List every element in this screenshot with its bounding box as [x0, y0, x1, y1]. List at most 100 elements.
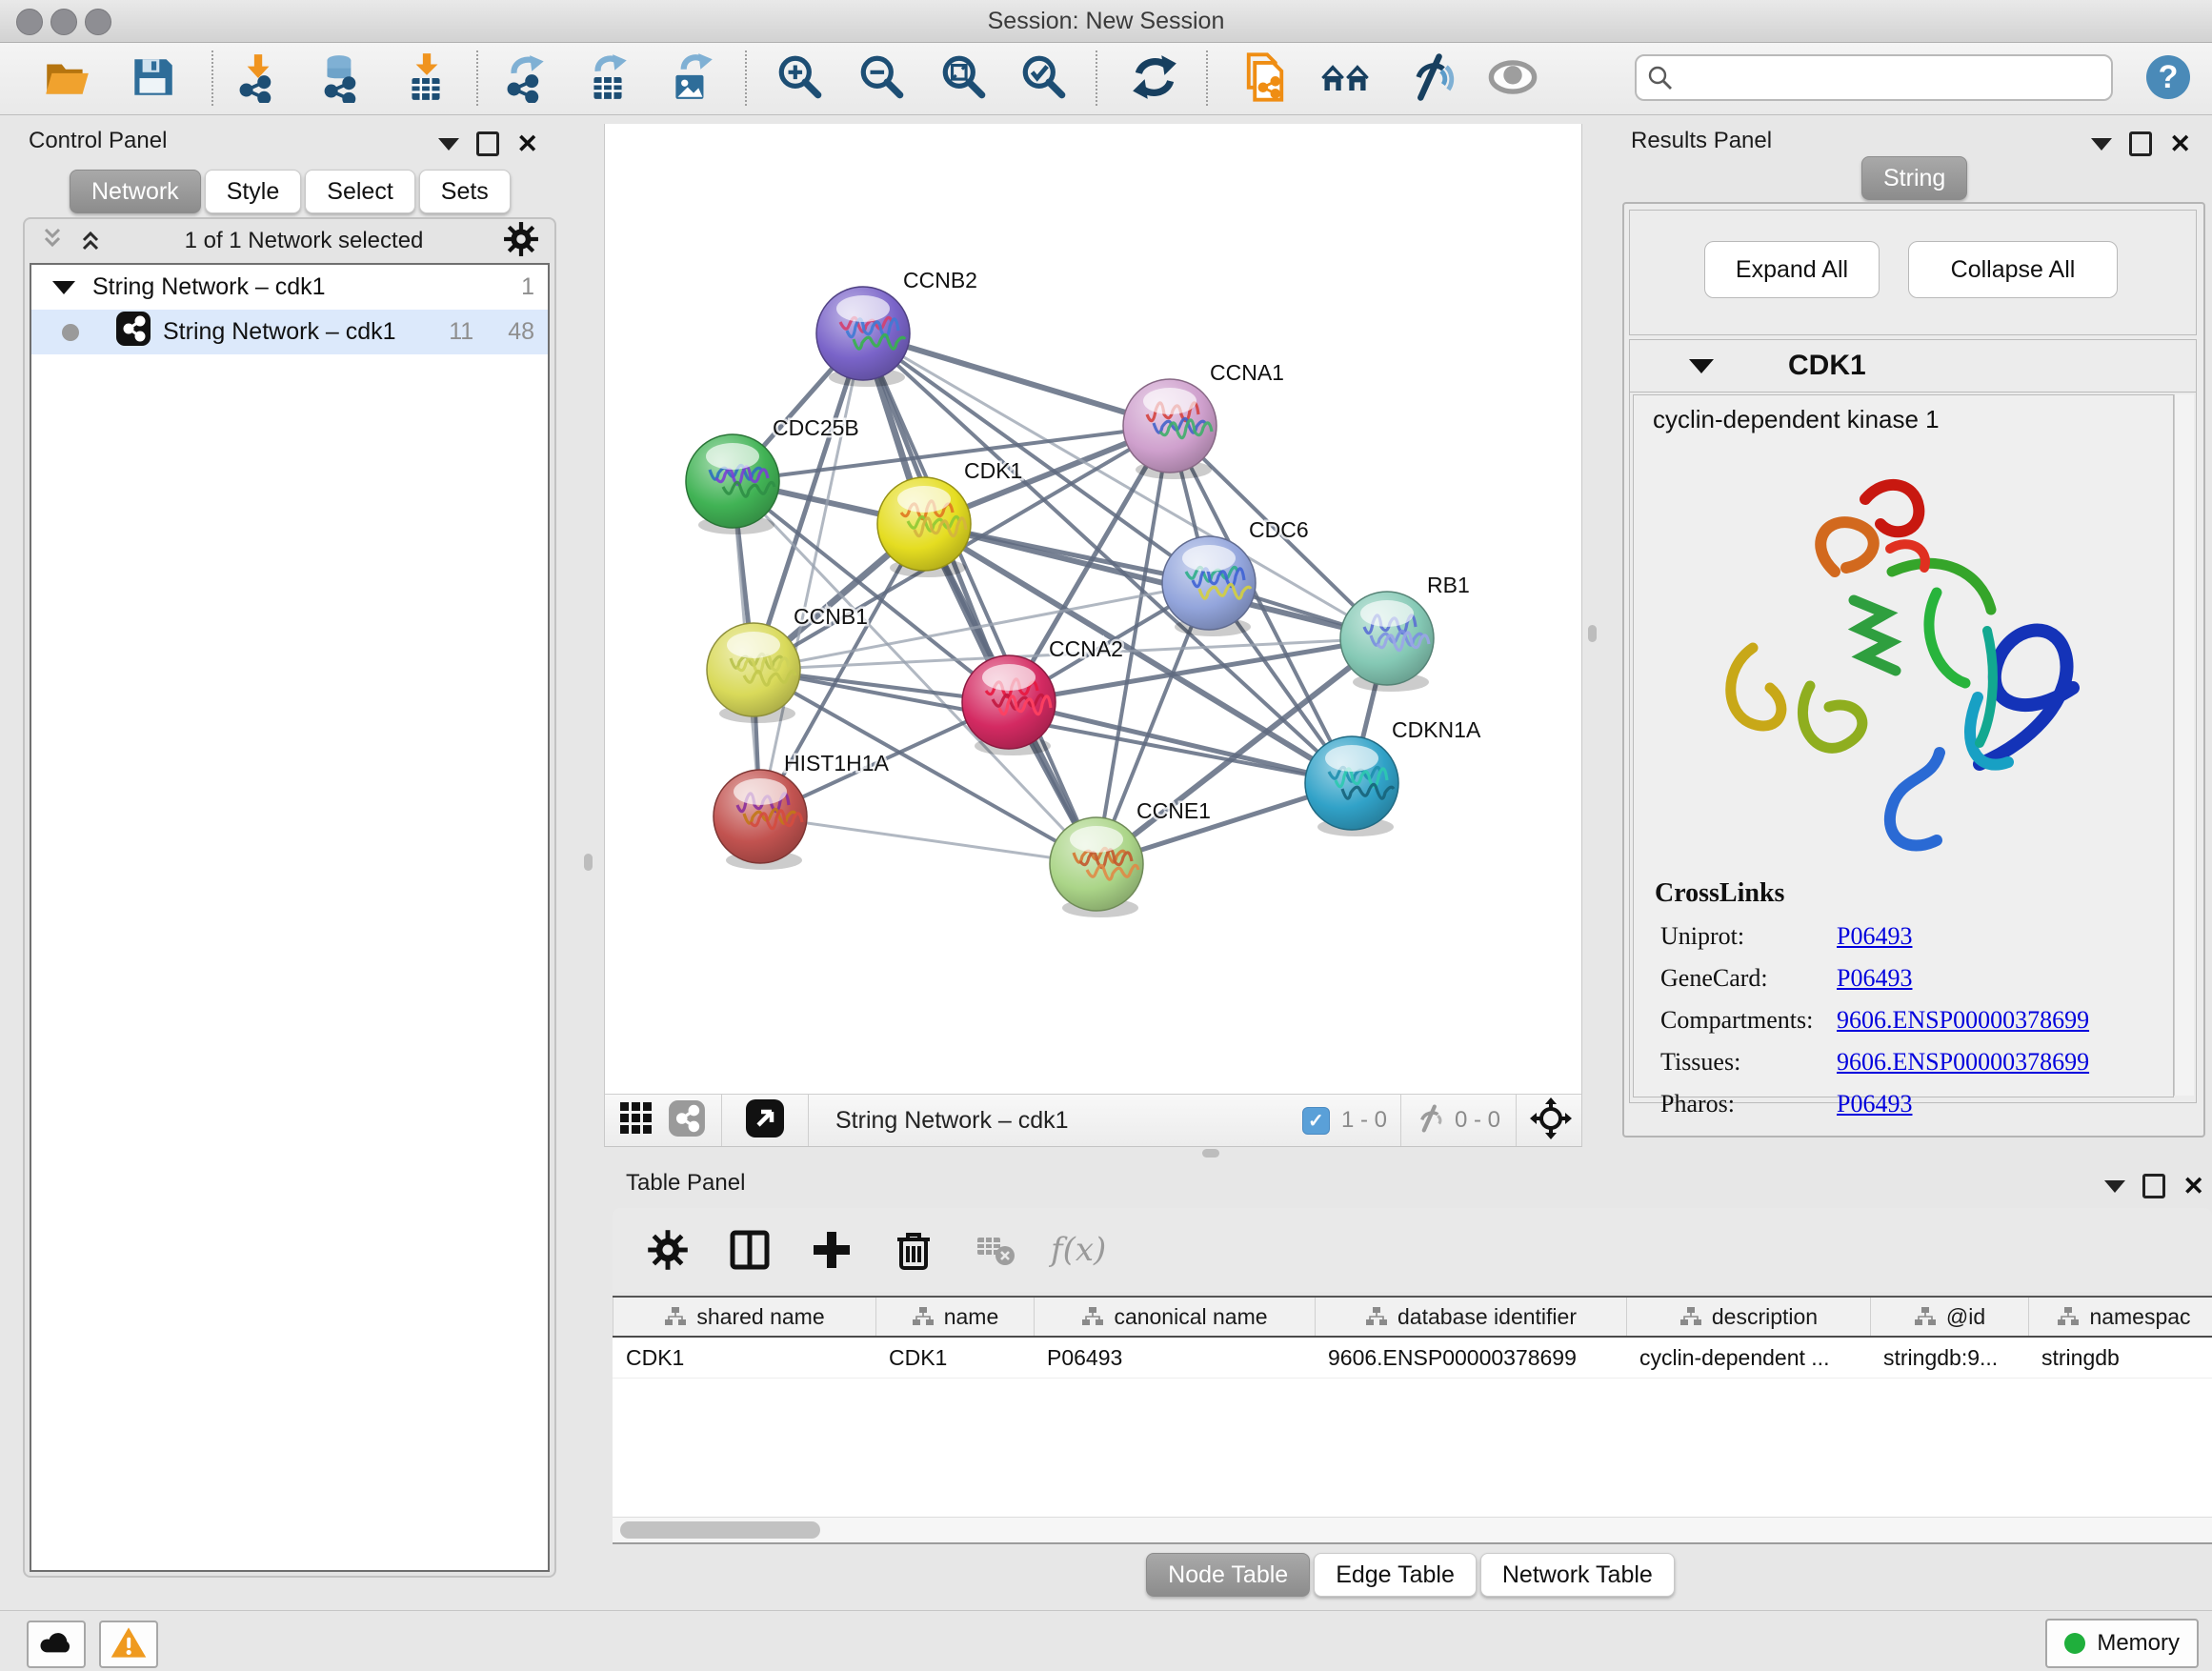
scrollbar-thumb[interactable] — [620, 1521, 820, 1539]
column-header-shared-name[interactable]: shared name — [613, 1298, 875, 1336]
panel-menu-icon[interactable] — [438, 138, 459, 151]
control-tab-network[interactable]: Network — [70, 170, 201, 213]
zoom-fit-button[interactable] — [937, 52, 991, 106]
refresh-button[interactable] — [1128, 52, 1181, 106]
string-view-icon[interactable] — [668, 1099, 706, 1142]
delete-column-icon[interactable] — [887, 1223, 940, 1277]
search-input[interactable] — [1675, 60, 2111, 96]
save-session-button[interactable] — [126, 52, 179, 106]
panel-float-icon[interactable] — [2142, 1174, 2165, 1198]
collapse-all-networks-icon[interactable] — [38, 225, 67, 258]
control-tab-sets[interactable]: Sets — [419, 170, 511, 213]
zoom-in-button[interactable] — [774, 52, 827, 106]
expand-all-button[interactable]: Expand All — [1704, 241, 1880, 298]
results-scrollbar[interactable] — [2174, 394, 2194, 1096]
table-cell[interactable]: CDK1 — [613, 1338, 875, 1378]
gene-expander-icon[interactable] — [1689, 359, 1714, 373]
network-edge-CCNE1-HIST1H1A[interactable] — [760, 816, 1096, 864]
import-network-from-database-button[interactable] — [314, 52, 368, 106]
table-horizontal-scrollbar[interactable] — [613, 1517, 2212, 1544]
panel-float-icon[interactable] — [476, 131, 499, 156]
table-cell[interactable]: 9606.ENSP00000378699 — [1315, 1338, 1626, 1378]
crosslink-link[interactable]: P06493 — [1837, 1090, 1912, 1118]
network-edge-CCNB2-CCNE1[interactable] — [863, 333, 1096, 864]
zoom-selected-button[interactable] — [1017, 52, 1071, 106]
hide-panels-button[interactable] — [1404, 52, 1458, 106]
control-tab-select[interactable]: Select — [305, 170, 414, 213]
crosslink-link[interactable]: 9606.ENSP00000378699 — [1837, 1006, 2089, 1035]
network-node-CDKN1A[interactable] — [1305, 736, 1398, 836]
expand-all-networks-icon[interactable] — [76, 225, 105, 258]
zoom-out-button[interactable] — [855, 52, 909, 106]
table-cell[interactable]: stringdb — [2028, 1338, 2212, 1378]
table-tab-edge-table[interactable]: Edge Table — [1314, 1553, 1477, 1597]
houses-button[interactable] — [1318, 52, 1372, 106]
crosslink-link[interactable]: 9606.ENSP00000378699 — [1837, 1048, 2089, 1077]
warnings-button[interactable] — [99, 1621, 158, 1668]
network-edge-CDK1-RB1[interactable] — [924, 524, 1387, 638]
table-tab-node-table[interactable]: Node Table — [1146, 1553, 1310, 1597]
network-options-gear-icon[interactable] — [503, 221, 539, 262]
memory-button[interactable]: Memory — [2045, 1619, 2199, 1668]
crosslink-link[interactable]: P06493 — [1837, 922, 1912, 951]
fit-selected-crosshair-icon[interactable] — [1530, 1097, 1572, 1144]
network-node-CCNB1[interactable] — [707, 623, 800, 723]
gene-header-row[interactable]: CDK1 — [1630, 340, 2196, 393]
left-splitter-handle[interactable] — [584, 854, 593, 871]
network-edge-CCNB2-CCNA1[interactable] — [863, 333, 1170, 426]
network-node-CCNA2[interactable] — [962, 655, 1056, 755]
network-node-CCNE1[interactable] — [1050, 817, 1143, 917]
column-header-name[interactable]: name — [875, 1298, 1034, 1336]
panel-float-icon[interactable] — [2129, 131, 2152, 156]
share-document-button[interactable] — [1238, 52, 1292, 106]
panel-close-icon[interactable]: ✕ — [516, 134, 538, 153]
export-table-button[interactable] — [581, 52, 634, 106]
grid-mode-icon[interactable] — [618, 1100, 654, 1141]
table-options-gear-icon[interactable] — [641, 1223, 694, 1277]
table-row[interactable]: CDK1CDK1P064939606.ENSP00000378699cyclin… — [613, 1338, 2212, 1379]
show-columns-icon[interactable] — [723, 1223, 776, 1277]
panel-menu-icon[interactable] — [2104, 1180, 2125, 1193]
network-node-CCNA1[interactable] — [1123, 379, 1217, 479]
panel-menu-icon[interactable] — [2091, 138, 2112, 151]
add-column-icon[interactable] — [805, 1223, 858, 1277]
crosslink-row: Uniprot:P06493 — [1660, 922, 2173, 951]
help-button[interactable]: ? — [2142, 52, 2195, 106]
panel-close-icon[interactable]: ✕ — [2169, 134, 2191, 153]
network-node-RB1[interactable] — [1340, 592, 1434, 692]
export-network-button[interactable] — [499, 52, 553, 106]
collection-expander-icon[interactable] — [52, 281, 75, 294]
panel-close-icon[interactable]: ✕ — [2182, 1177, 2204, 1196]
selected-checkbox[interactable]: ✓ — [1302, 1107, 1330, 1135]
column-header--id[interactable]: @id — [1870, 1298, 2028, 1336]
cloud-button[interactable] — [27, 1621, 86, 1668]
table-tab-network-table[interactable]: Network Table — [1480, 1553, 1675, 1597]
network-node-CDC25B[interactable] — [686, 434, 779, 534]
network-node-HIST1H1A[interactable] — [714, 770, 807, 870]
right-splitter-handle[interactable] — [1588, 625, 1597, 642]
table-cell[interactable]: CDK1 — [875, 1338, 1034, 1378]
network-canvas[interactable]: CCNB2CCNA1CDC25BCDK1CDC6RB1CCNB1CCNA2CDK… — [604, 124, 1582, 1094]
import-table-button[interactable] — [399, 52, 452, 106]
control-tab-style[interactable]: Style — [205, 170, 302, 213]
export-image-button[interactable] — [665, 52, 718, 106]
network-node-CDK1[interactable] — [877, 477, 971, 577]
open-session-button[interactable] — [40, 52, 93, 106]
column-header-namespac[interactable]: namespac — [2028, 1298, 2212, 1336]
collapse-all-button[interactable]: Collapse All — [1908, 241, 2118, 298]
network-collection-row[interactable]: String Network – cdk1 1 — [31, 265, 548, 310]
results-tab-string[interactable]: String — [1861, 156, 1967, 200]
birds-eye-view-icon[interactable] — [745, 1098, 785, 1143]
show-eye-button[interactable] — [1486, 52, 1539, 106]
column-header-database-identifier[interactable]: database identifier — [1315, 1298, 1626, 1336]
gray-eye-icon — [1486, 50, 1539, 109]
import-network-button[interactable] — [231, 52, 284, 106]
control-panel: Control Panel ✕ NetworkStyleSelectSets 1… — [14, 124, 563, 1580]
table-cell[interactable]: stringdb:9... — [1870, 1338, 2028, 1378]
column-header-canonical-name[interactable]: canonical name — [1034, 1298, 1315, 1336]
column-header-description[interactable]: description — [1626, 1298, 1870, 1336]
table-cell[interactable]: P06493 — [1034, 1338, 1315, 1378]
network-row[interactable]: String Network – cdk1 11 48 — [31, 310, 548, 354]
table-cell[interactable]: cyclin-dependent ... — [1626, 1338, 1870, 1378]
crosslink-link[interactable]: P06493 — [1837, 964, 1912, 993]
